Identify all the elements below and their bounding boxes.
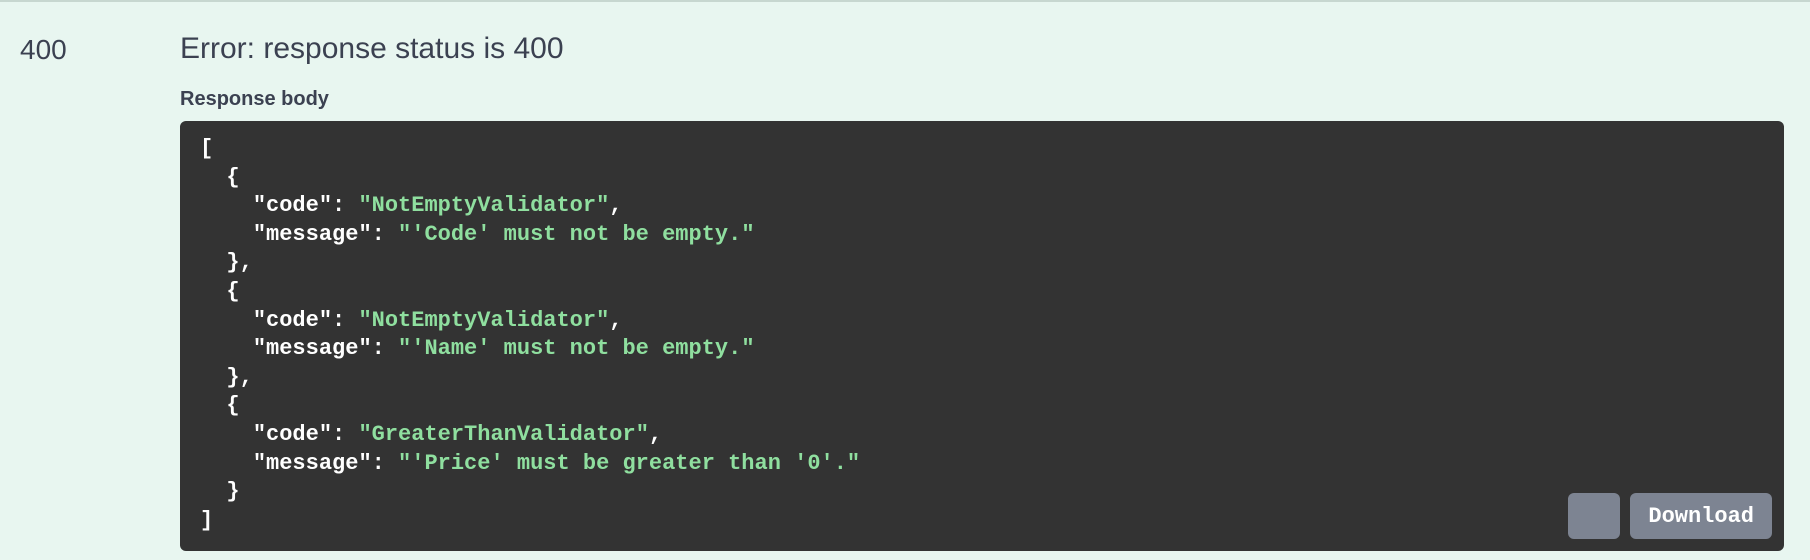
response-body-label: Response body xyxy=(180,88,1784,111)
response-panel: 400 Error: response status is 400 Respon… xyxy=(0,0,1810,560)
copy-button[interactable] xyxy=(1568,493,1620,539)
download-button[interactable]: Download xyxy=(1630,493,1772,539)
status-code: 400 xyxy=(0,10,180,560)
response-main: Error: response status is 400 Response b… xyxy=(180,10,1810,560)
error-message: Error: response status is 400 xyxy=(180,32,1784,66)
response-body-code: [ { "code": "NotEmptyValidator", "messag… xyxy=(180,121,1784,551)
